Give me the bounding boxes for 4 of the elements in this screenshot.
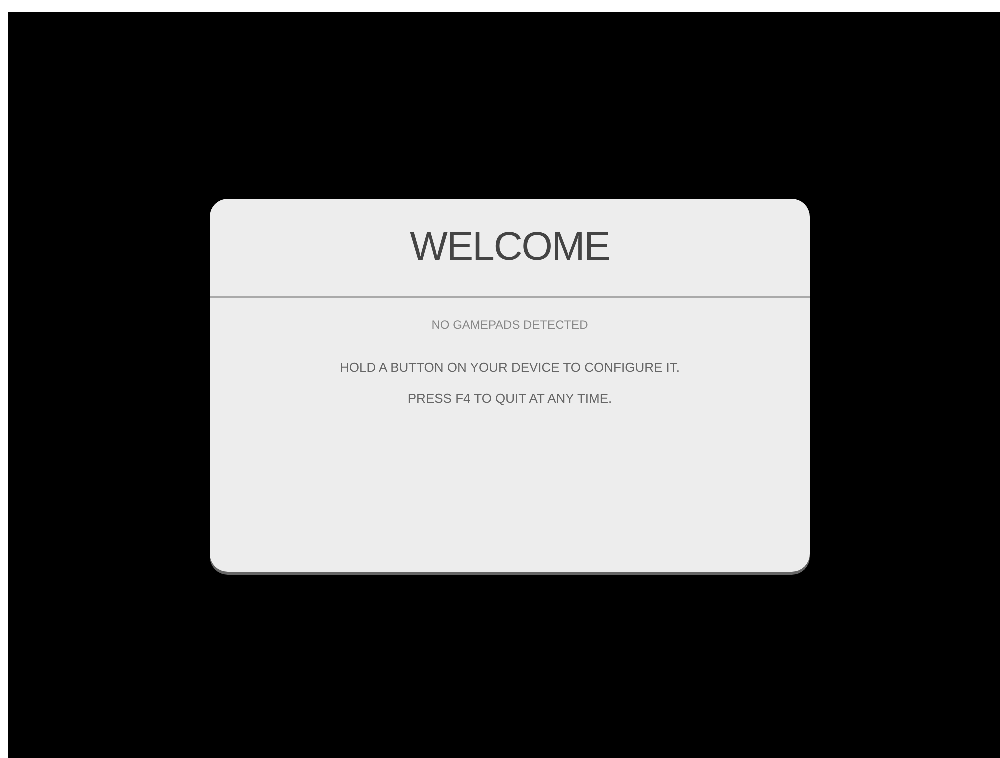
dialog-title: WELCOME <box>410 224 610 270</box>
instruction-text: HOLD A BUTTON ON YOUR DEVICE TO CONFIGURE IT. <box>340 360 680 374</box>
instruction-text: PRESS F4 TO QUIT AT ANY TIME. <box>408 390 612 406</box>
status-text: NO GAMEPADS DETECTED <box>432 318 588 332</box>
